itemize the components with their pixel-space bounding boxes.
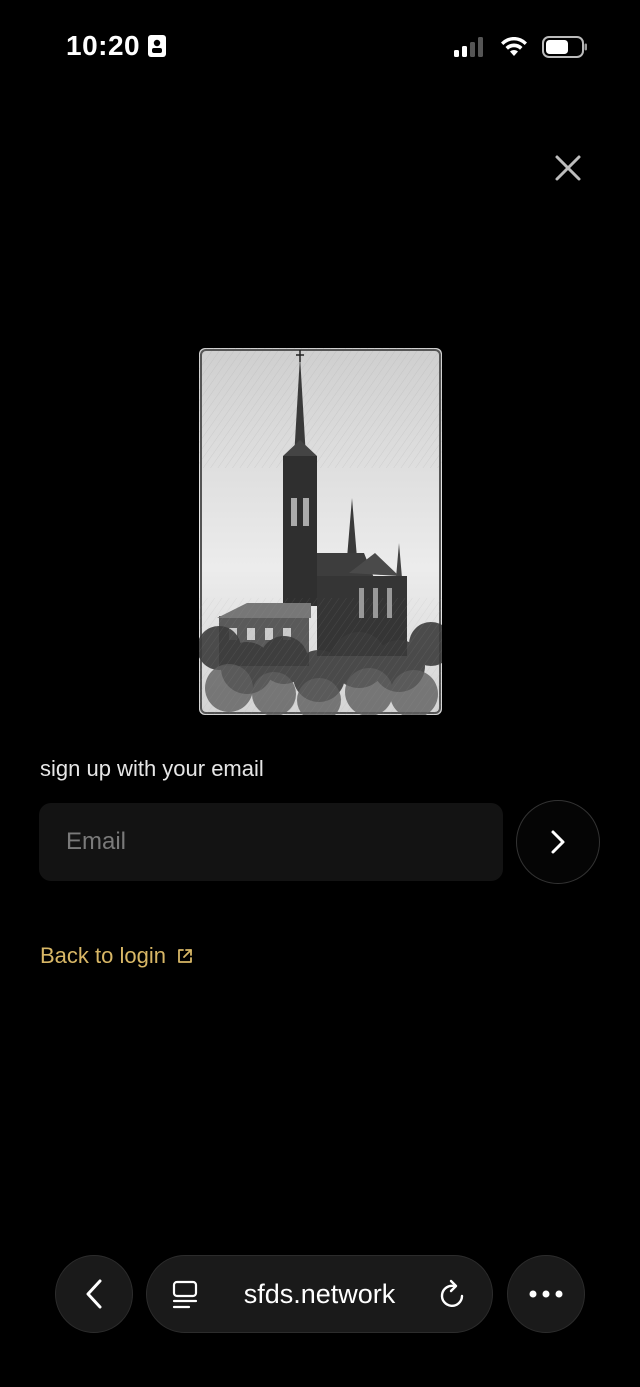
- reload-icon[interactable]: [438, 1278, 468, 1310]
- submit-email-button[interactable]: [516, 800, 600, 884]
- browser-back-button[interactable]: [55, 1255, 133, 1333]
- more-icon: [529, 1290, 563, 1298]
- chevron-right-icon: [551, 830, 565, 854]
- signup-label: sign up with your email: [40, 756, 264, 781]
- wifi-icon: [501, 37, 527, 56]
- id-card-icon: [148, 35, 167, 57]
- back-to-login-link[interactable]: Back to login: [40, 943, 194, 969]
- gothic-cathedral-sketch-image: [199, 348, 442, 715]
- status-bar-time: 10:20: [66, 30, 167, 62]
- battery-icon: [542, 36, 587, 58]
- status-bar-right: [454, 36, 588, 58]
- close-button[interactable]: [548, 148, 588, 188]
- hero-image: [199, 348, 442, 715]
- email-field-container: [39, 803, 503, 881]
- back-to-login-label: Back to login: [40, 943, 166, 968]
- signal-icon: [454, 37, 483, 57]
- external-link-icon: [178, 949, 192, 963]
- chevron-left-icon: [86, 1279, 102, 1309]
- clock-text: 10:20: [66, 30, 141, 61]
- close-icon: [555, 155, 581, 181]
- more-options-button[interactable]: [507, 1255, 585, 1333]
- address-bar[interactable]: sfds.network: [146, 1255, 493, 1333]
- email-input[interactable]: [39, 803, 503, 881]
- signup-page: 10:20 sign up with your email Email Back…: [0, 0, 640, 1387]
